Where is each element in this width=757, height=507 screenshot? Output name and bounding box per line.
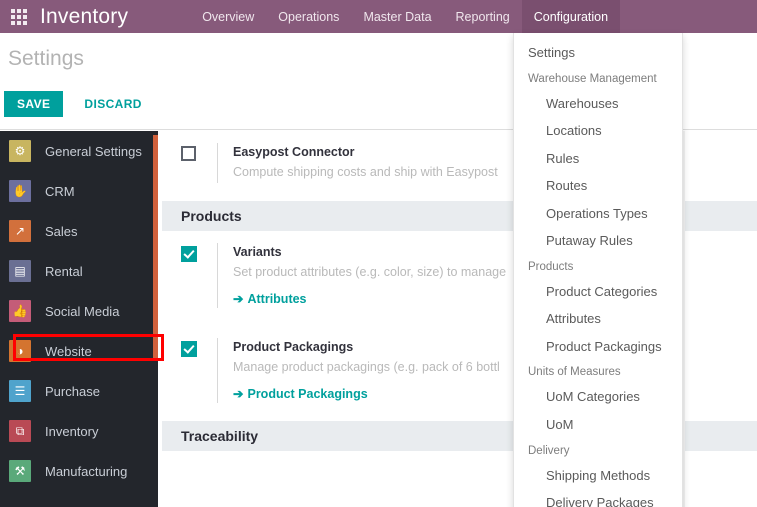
app-window: Inventory Overview Operations Master Data R… [0, 0, 757, 507]
dropdown-item-locations[interactable]: Locations [514, 117, 682, 145]
arrow-right-icon: ➔ [233, 387, 244, 401]
sidebar-item-purchase[interactable]: ☰ Purchase [0, 371, 158, 411]
sidebar-item-label: General Settings [45, 143, 142, 159]
receipt-icon: ☰ [9, 380, 31, 402]
navbar-item-overview[interactable]: Overview [190, 0, 266, 33]
save-button[interactable]: SAVE [4, 91, 64, 117]
sidebar-item-manufacturing[interactable]: ⚒ Manufacturing [0, 451, 158, 491]
sidebar-item-social-media[interactable]: 👍 Social Media [0, 291, 158, 331]
configuration-dropdown-menu: Settings Warehouse Management Warehouses Lo… [513, 33, 683, 507]
navbar-item-reporting[interactable]: Reporting [444, 0, 522, 33]
dropdown-item-attributes[interactable]: Attributes [514, 305, 682, 333]
setting-checkbox[interactable] [181, 341, 197, 357]
action-buttons: SAVE DISCARD [4, 91, 155, 117]
sidebar-item-general-settings[interactable]: ⚙ General Settings [0, 131, 158, 171]
navbar-item-master-data[interactable]: Master Data [351, 0, 443, 33]
apps-grid-dots [11, 8, 27, 25]
calendar-icon: ▤ [9, 260, 31, 282]
dropdown-item-rules[interactable]: Rules [514, 145, 682, 173]
dropdown-item-delivery-packages[interactable]: Delivery Packages [514, 489, 682, 507]
settings-sidebar: ⚙ General Settings ✋ CRM ↗ Sales ▤ Rental 👍 Socia… [0, 131, 158, 507]
setting-link-label: Attributes [247, 292, 307, 306]
sidebar-item-label: CRM [45, 183, 75, 199]
sidebar-item-label: Website [45, 343, 92, 359]
setting-checkbox[interactable] [181, 146, 196, 161]
dropdown-item-putaway-rules[interactable]: Putaway Rules [514, 227, 682, 255]
dropdown-item-warehouses[interactable]: Warehouses [514, 90, 682, 118]
dropdown-item-routes[interactable]: Routes [514, 172, 682, 200]
sidebar-item-website[interactable]: ◑ Website [0, 331, 158, 371]
checkbox-wrapper [181, 243, 217, 308]
dropdown-item-uom-categories[interactable]: UoM Categories [514, 383, 682, 411]
setting-link[interactable]: ➔ Product Packagings [233, 386, 368, 401]
sidebar-item-label: Social Media [45, 303, 120, 319]
checkbox-wrapper [181, 338, 217, 403]
arrow-right-icon: ➔ [233, 292, 244, 306]
setting-link-label: Product Packagings [247, 387, 368, 401]
setting-checkbox[interactable] [181, 246, 197, 262]
dropdown-item-product-packagings[interactable]: Product Packagings [514, 333, 682, 361]
sidebar-item-inventory[interactable]: ⧉ Inventory [0, 411, 158, 451]
sidebar-item-label: Purchase [45, 383, 100, 399]
navbar-item-configuration[interactable]: Configuration [521, 0, 621, 33]
checkbox-wrapper [181, 143, 217, 183]
chart-up-icon: ↗ [9, 220, 31, 242]
top-navbar: Inventory Overview Operations Master Data R… [0, 0, 757, 33]
sidebar-item-label: Rental [45, 263, 83, 279]
navbar-item-operations[interactable]: Operations [266, 0, 351, 33]
apps-grid-icon[interactable] [0, 0, 38, 33]
globe-icon: ◑ [9, 340, 31, 362]
gear-icon: ⚙ [9, 140, 31, 162]
navbar-menu: Overview Operations Master Data Reporting Co… [190, 0, 621, 33]
thumbs-up-icon: 👍 [9, 300, 31, 322]
dropdown-item-shipping-methods[interactable]: Shipping Methods [514, 462, 682, 490]
dropdown-section-products: Products [528, 260, 574, 273]
dropdown-item-settings[interactable]: Settings [514, 39, 682, 67]
sidebar-item-sales[interactable]: ↗ Sales [0, 211, 158, 251]
setting-link[interactable]: ➔ Attributes [233, 291, 307, 306]
wrench-icon: ⚒ [9, 460, 31, 482]
discard-button[interactable]: DISCARD [71, 91, 154, 117]
sidebar-item-rental[interactable]: ▤ Rental [0, 251, 158, 291]
dropdown-section-delivery: Delivery [528, 444, 570, 457]
sidebar-item-label: Sales [45, 223, 78, 239]
dropdown-item-product-categories[interactable]: Product Categories [514, 278, 682, 306]
dropdown-item-operations-types[interactable]: Operations Types [514, 200, 682, 228]
section-header-label: Traceability [181, 428, 259, 444]
box-icon: ⧉ [9, 420, 31, 442]
section-header-label: Products [181, 208, 242, 224]
handshake-icon: ✋ [9, 180, 31, 202]
sidebar-item-crm[interactable]: ✋ CRM [0, 171, 158, 211]
dropdown-section-warehouse-management: Warehouse Management [528, 72, 657, 85]
dropdown-section-units-of-measures: Units of Measures [528, 366, 621, 379]
breadcrumb: Settings [8, 47, 84, 70]
sidebar-scrollbar[interactable] [153, 135, 158, 359]
dropdown-item-uom[interactable]: UoM [514, 411, 682, 439]
sidebar-item-label: Inventory [45, 423, 99, 439]
app-brand-title: Inventory [40, 4, 129, 28]
sheet-right-edge [683, 131, 685, 507]
sidebar-item-label: Manufacturing [45, 463, 128, 479]
